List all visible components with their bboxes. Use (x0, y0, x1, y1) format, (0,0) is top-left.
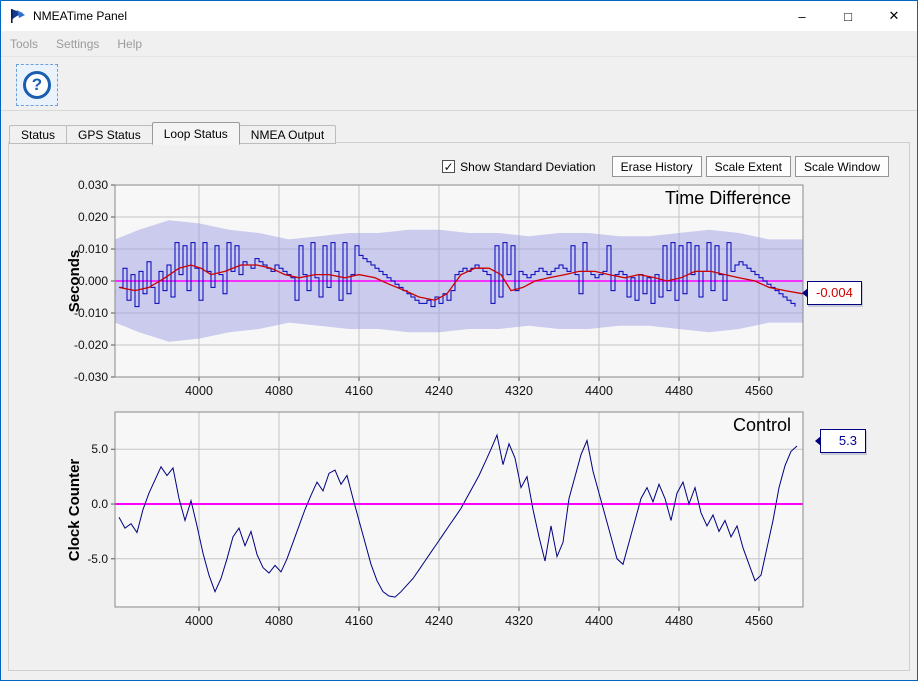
svg-text:4560: 4560 (745, 614, 773, 628)
svg-text:4160: 4160 (345, 384, 373, 398)
show-standard-deviation-checkbox[interactable]: ✓ (442, 160, 455, 173)
svg-text:0.0: 0.0 (91, 497, 108, 511)
time-difference-plot: 4000 4080 4160 4240 4320 4400 4480 4560 0.030 0.0… (63, 179, 823, 405)
tab-nmea-output-label: NMEA Output (251, 128, 324, 142)
tab-status[interactable]: Status (9, 125, 67, 144)
titlebar: NMEATime Panel – □ ✕ (1, 1, 917, 31)
loop-status-panel: ✓ Show Standard Deviation Erase History … (8, 142, 910, 671)
svg-text:4320: 4320 (505, 384, 533, 398)
time-difference-chart: Seconds 40004080416042404320440044804560… (63, 179, 899, 411)
minimize-icon[interactable]: – (779, 1, 825, 31)
svg-text:4080: 4080 (265, 614, 293, 628)
svg-text:4560: 4560 (745, 384, 773, 398)
tab-loop-status[interactable]: Loop Status (152, 122, 240, 145)
svg-text:0.030: 0.030 (78, 179, 108, 192)
callout-pointer-icon (802, 288, 808, 298)
time-difference-title: Time Difference (115, 188, 795, 209)
control-value: 5.3 (839, 433, 857, 448)
time-difference-value: -0.004 (816, 285, 853, 300)
control-plot: 4000 4080 4160 4240 4320 4400 4480 4560 5.0 0.0 -5… (63, 406, 823, 634)
maximize-icon[interactable]: □ (825, 1, 871, 31)
question-mark-icon: ? (23, 71, 51, 99)
svg-text:4240: 4240 (425, 614, 453, 628)
chart-controls-row: ✓ Show Standard Deviation Erase History … (442, 156, 889, 177)
svg-text:4080: 4080 (265, 384, 293, 398)
help-button[interactable]: ? (16, 64, 58, 106)
time-difference-value-badge: -0.004 (807, 281, 862, 305)
svg-text:-5.0: -5.0 (87, 552, 108, 566)
svg-text:4480: 4480 (665, 384, 693, 398)
control-chart: Clock Counter 40004080416042404320440044… (63, 406, 899, 638)
scale-extent-button[interactable]: Scale Extent (706, 156, 791, 177)
tab-status-label: Status (21, 128, 55, 142)
tab-strip: Status GPS Status Loop Status NMEA Outpu… (9, 122, 335, 144)
tab-loop-status-label: Loop Status (164, 127, 228, 141)
svg-text:4480: 4480 (665, 614, 693, 628)
toolbar: ? (1, 56, 917, 111)
svg-text:5.0: 5.0 (91, 442, 108, 456)
svg-text:4400: 4400 (585, 384, 613, 398)
callout-pointer-icon (815, 436, 821, 446)
svg-text:0.010: 0.010 (78, 242, 108, 256)
menu-item-help[interactable]: Help (108, 37, 151, 51)
tab-gps-status-label: GPS Status (78, 128, 141, 142)
scale-window-button[interactable]: Scale Window (795, 156, 889, 177)
svg-text:-0.010: -0.010 (74, 306, 108, 320)
window-title: NMEATime Panel (33, 9, 127, 23)
svg-text:4000: 4000 (185, 384, 213, 398)
show-standard-deviation-label: Show Standard Deviation (460, 160, 595, 174)
control-value-badge: 5.3 (820, 429, 866, 453)
menubar: Tools Settings Help (1, 31, 917, 56)
menu-item-tools[interactable]: Tools (1, 37, 47, 51)
svg-text:4160: 4160 (345, 614, 373, 628)
menu-item-settings[interactable]: Settings (47, 37, 108, 51)
tab-gps-status[interactable]: GPS Status (66, 125, 153, 144)
window-controls: – □ ✕ (779, 1, 917, 31)
svg-text:4240: 4240 (425, 384, 453, 398)
control-title: Control (115, 415, 795, 436)
close-icon[interactable]: ✕ (871, 1, 917, 31)
svg-text:-0.020: -0.020 (74, 338, 108, 352)
erase-history-button[interactable]: Erase History (612, 156, 702, 177)
svg-text:4000: 4000 (185, 614, 213, 628)
svg-text:4320: 4320 (505, 614, 533, 628)
tab-nmea-output[interactable]: NMEA Output (239, 125, 336, 144)
app-window: NMEATime Panel – □ ✕ Tools Settings Help… (0, 0, 918, 681)
svg-text:0.000: 0.000 (78, 274, 108, 288)
svg-text:0.020: 0.020 (78, 210, 108, 224)
svg-text:4400: 4400 (585, 614, 613, 628)
app-icon (10, 8, 26, 24)
svg-text:-0.030: -0.030 (74, 370, 108, 384)
